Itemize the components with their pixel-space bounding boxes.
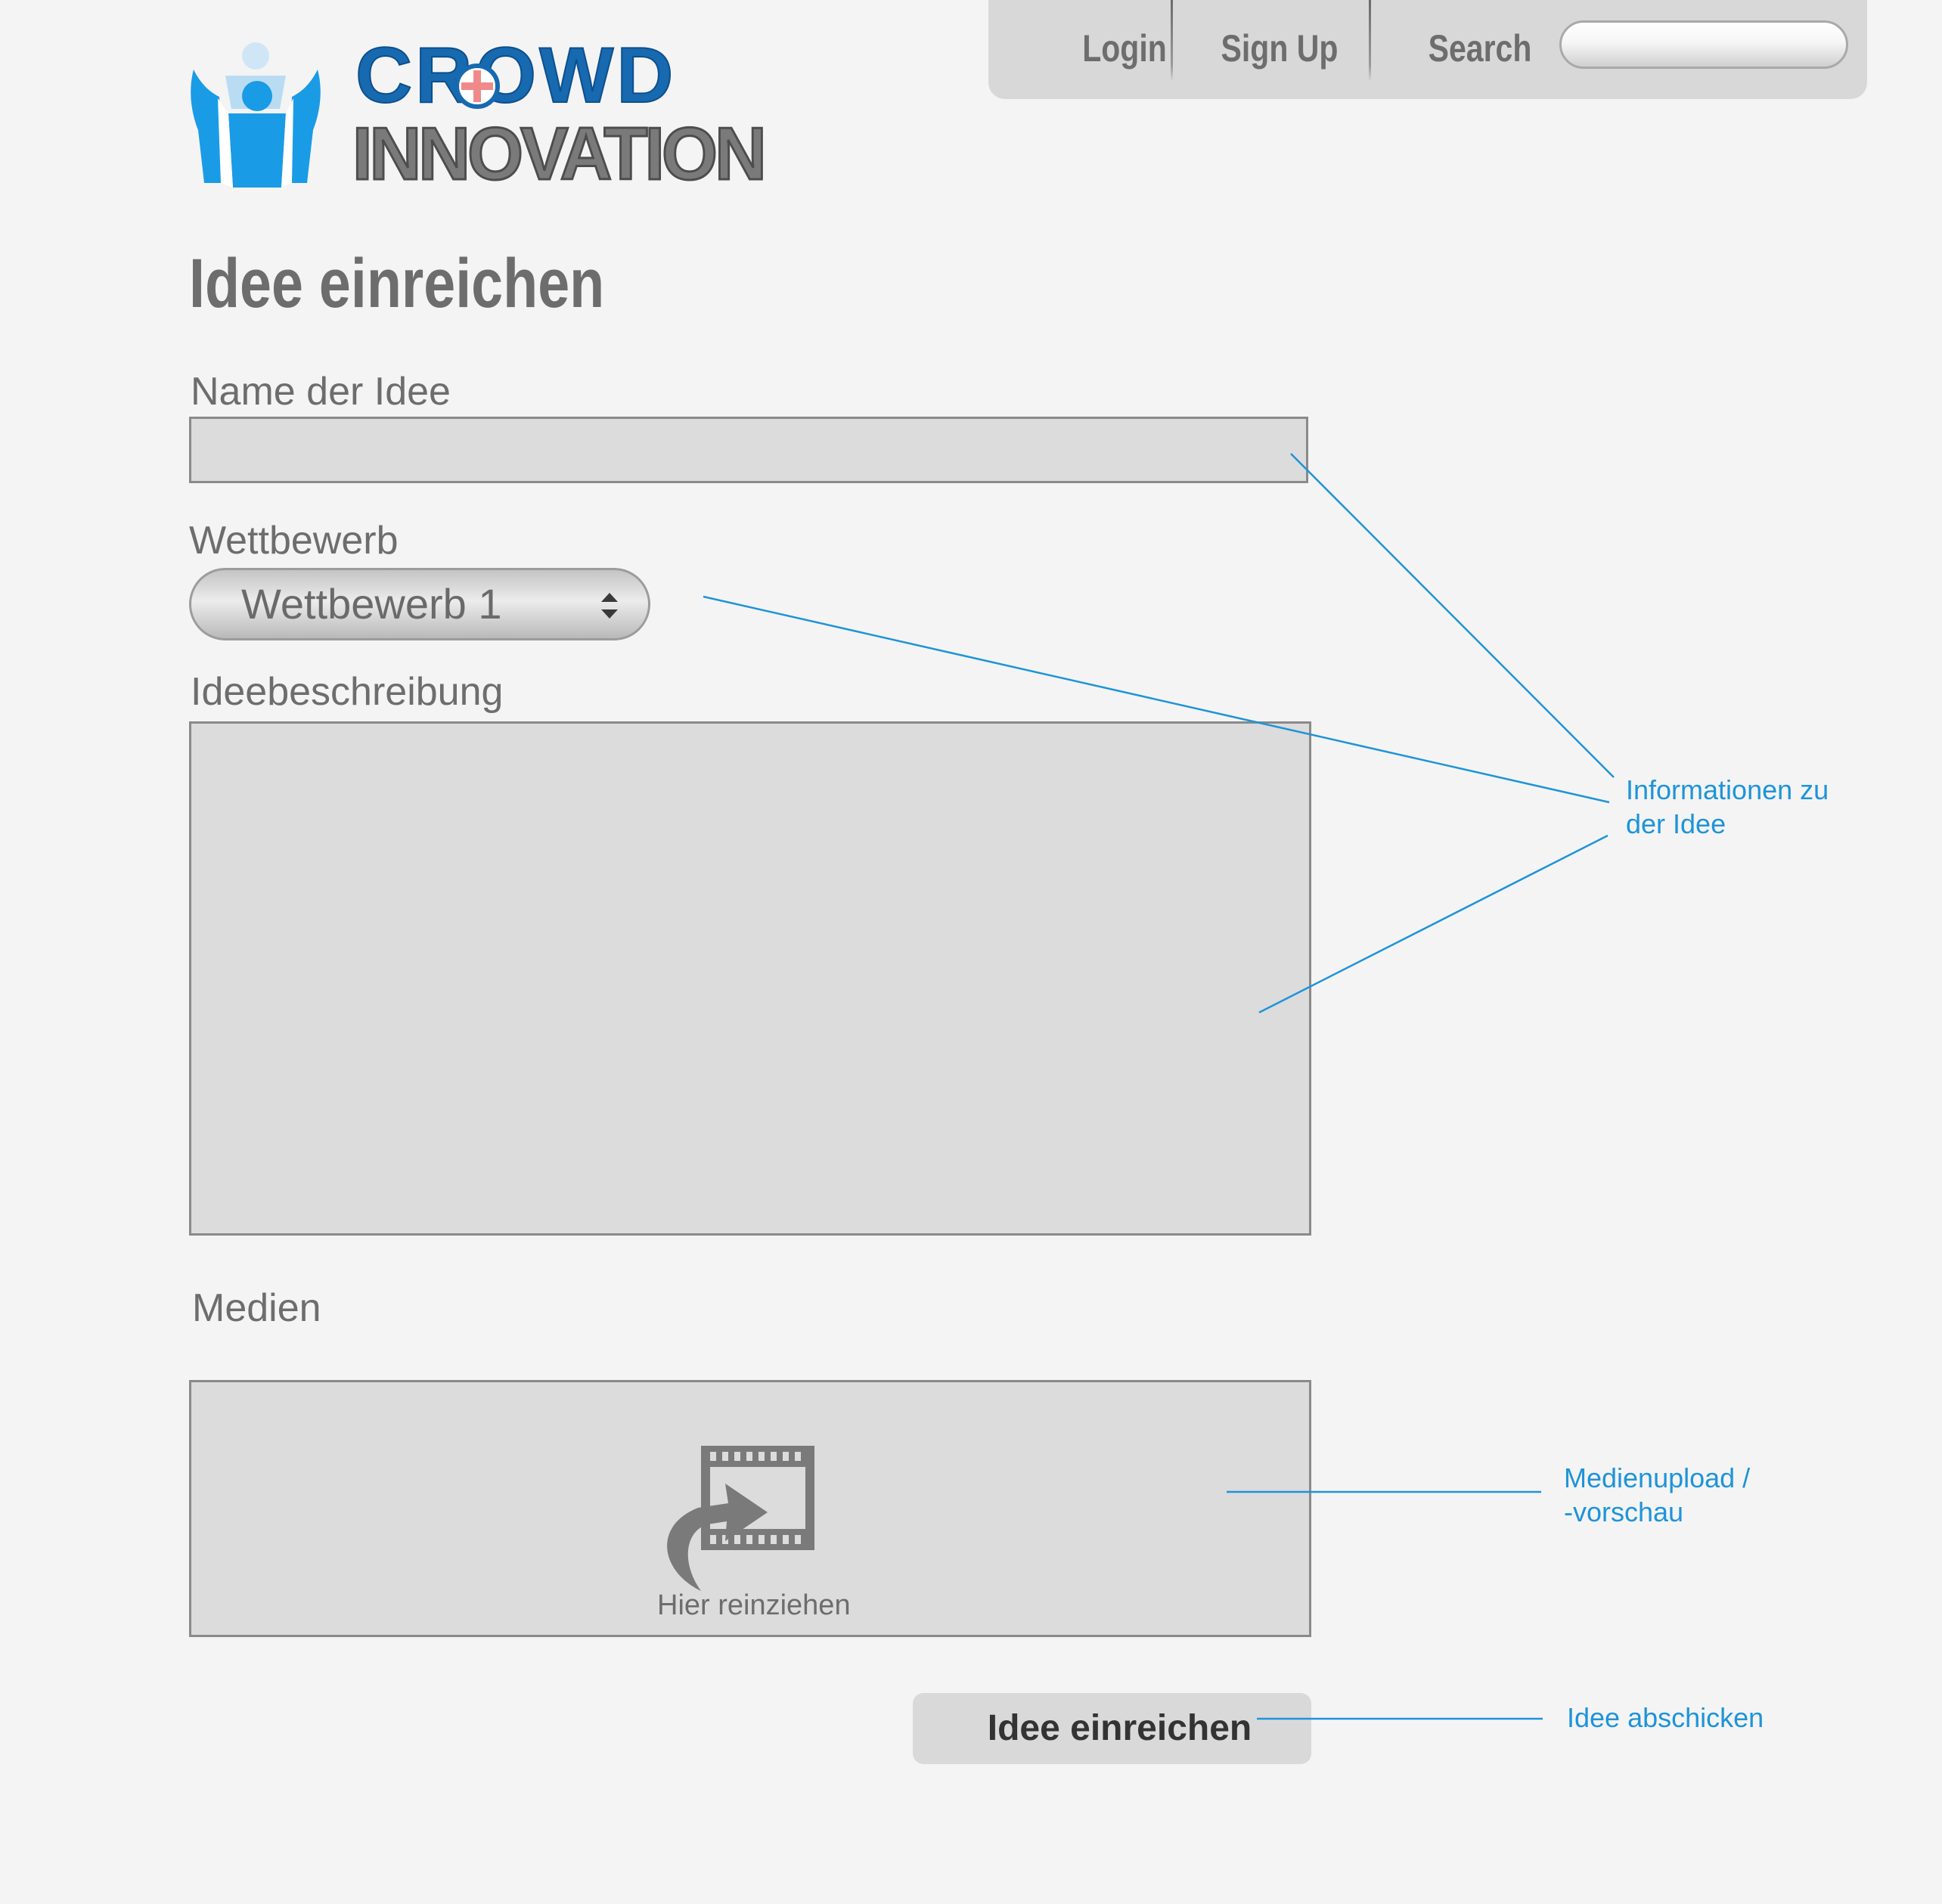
- search-label: Search: [1428, 27, 1532, 70]
- crowd-innovation-logo[interactable]: CROWD INNOVATION: [188, 32, 777, 197]
- annotation-info-line1: Informationen zu: [1626, 774, 1829, 805]
- annotation-line-description: [1258, 834, 1609, 1014]
- annotation-info: Informationen zu der Idee: [1626, 773, 1829, 841]
- updown-arrows-icon: [601, 593, 618, 619]
- annotation-submit: Idee abschicken: [1567, 1702, 1764, 1733]
- idea-name-input[interactable]: [189, 417, 1308, 483]
- idea-description-textarea[interactable]: [189, 721, 1311, 1236]
- annotation-media-line2: -vorschau: [1564, 1496, 1684, 1527]
- nav-divider: [1369, 0, 1371, 82]
- crowd-people-icon: [191, 42, 321, 188]
- annotation-media: Medienupload / -vorschau: [1564, 1461, 1750, 1529]
- dropzone-text: Hier reinziehen: [657, 1589, 851, 1621]
- annotation-media-line1: Medienupload /: [1564, 1462, 1751, 1493]
- media-label: Medien: [192, 1286, 321, 1330]
- annotation-line-name: [1290, 453, 1615, 778]
- logo-text-innovation: INNOVATION: [352, 111, 768, 197]
- login-link[interactable]: Login: [1050, 18, 1199, 79]
- name-label: Name der Idee: [191, 370, 451, 414]
- page-title: Idee einreichen: [189, 245, 605, 322]
- competition-selected-value: Wettbewerb 1: [241, 580, 502, 628]
- competition-select[interactable]: Wettbewerb 1: [189, 568, 650, 640]
- signup-link[interactable]: Sign Up: [1202, 18, 1357, 79]
- media-dropzone[interactable]: Hier reinziehen: [189, 1380, 1311, 1637]
- nav-divider: [1171, 0, 1173, 82]
- top-nav: Login Sign Up Search: [988, 0, 1867, 99]
- annotation-info-line2: der Idee: [1626, 808, 1726, 839]
- logo-text-crowd: CROWD: [355, 32, 677, 119]
- search-input[interactable]: [1559, 20, 1848, 69]
- competition-label: Wettbewerb: [189, 519, 399, 563]
- description-label: Ideebeschreibung: [191, 670, 504, 714]
- submit-idea-button[interactable]: Idee einreichen: [913, 1693, 1311, 1764]
- plus-icon: [454, 64, 500, 109]
- film-drop-icon: [667, 1446, 814, 1591]
